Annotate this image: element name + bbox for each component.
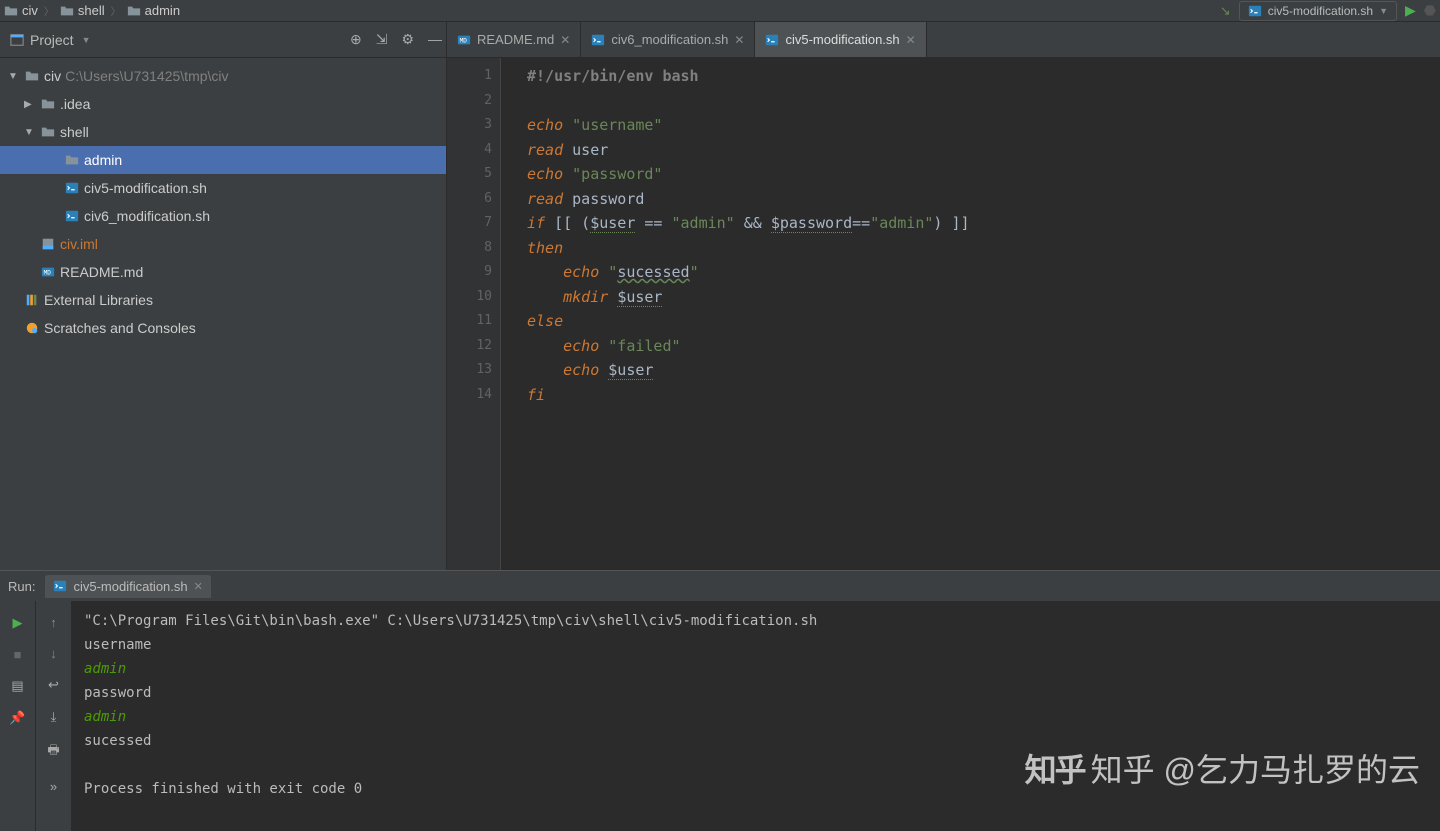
scroll-button[interactable]: ⤓: [51, 709, 57, 725]
breadcrumb: civ 〉 shell 〉 admin: [4, 3, 180, 18]
breadcrumb-item[interactable]: civ: [4, 3, 38, 18]
run-config-selector[interactable]: civ5-modification.sh ▼: [1239, 1, 1397, 21]
chevron-right-icon: 〉: [44, 3, 54, 18]
chevron-down-icon: ▼: [1379, 6, 1388, 16]
editor-tabs: README.md✕civ6_modification.sh✕civ5-modi…: [447, 22, 1440, 58]
run-console: Run: civ5-modification.sh ✕ ▶ ■ ▤ 📌 ↑ ↓ …: [0, 570, 1440, 831]
debug-button[interactable]: ⬣: [1424, 2, 1436, 19]
stop-button[interactable]: ■: [14, 647, 22, 662]
tree-item-civ6-modification-sh[interactable]: civ6_modification.sh: [0, 202, 446, 230]
layout-button[interactable]: ▤: [11, 678, 23, 694]
fold-column: [501, 58, 517, 570]
up-button[interactable]: ↑: [50, 615, 57, 630]
console-output[interactable]: "C:\Program Files\Git\bin\bash.exe" C:\U…: [72, 601, 1440, 831]
project-tree: ▼ civ C:\Users\U731425\tmp\civ▶ .idea▼ s…: [0, 58, 446, 346]
close-icon[interactable]: ✕: [734, 33, 744, 47]
console-header-label: Run:: [8, 579, 35, 594]
print-button[interactable]: 🖶: [47, 741, 59, 763]
tree-item-admin[interactable]: admin: [0, 146, 446, 174]
tab-README.md[interactable]: README.md✕: [447, 22, 581, 57]
tree-item-civ5-modification-sh[interactable]: civ5-modification.sh: [0, 174, 446, 202]
pin-button[interactable]: 📌: [9, 710, 25, 726]
hide-icon[interactable]: —: [428, 31, 442, 48]
tree-item-civ-iml[interactable]: civ.iml: [0, 230, 446, 258]
tree-item-shell[interactable]: ▼ shell: [0, 118, 446, 146]
tab-civ5-modification.sh[interactable]: civ5-modification.sh✕: [755, 22, 926, 57]
breadcrumb-item[interactable]: shell: [60, 3, 105, 18]
top-bar: civ 〉 shell 〉 admin ↘ civ5-modification.sh ▼…: [0, 0, 1440, 22]
tree-item-readme-md[interactable]: README.md: [0, 258, 446, 286]
chevron-down-icon: ▼: [82, 35, 91, 45]
close-icon[interactable]: ✕: [194, 580, 203, 593]
wrap-button[interactable]: ↩: [48, 677, 59, 693]
down-button[interactable]: ↓: [50, 646, 57, 661]
code-content[interactable]: #!/usr/bin/env bash echo "username"read …: [517, 58, 1440, 570]
tree-item--idea[interactable]: ▶ .idea: [0, 90, 446, 118]
close-icon[interactable]: ✕: [906, 33, 916, 47]
breadcrumb-item[interactable]: admin: [127, 3, 180, 18]
chevron-right-icon: 〉: [111, 3, 121, 18]
tree-item-external-libraries[interactable]: External Libraries: [0, 286, 446, 314]
gear-icon[interactable]: ⚙: [401, 31, 414, 48]
console-tab[interactable]: civ5-modification.sh ✕: [45, 575, 210, 598]
locate-icon[interactable]: ⊕: [350, 31, 362, 48]
tree-item-civ[interactable]: ▼ civ C:\Users\U731425\tmp\civ: [0, 62, 446, 90]
more-button[interactable]: »: [50, 779, 57, 794]
run-button[interactable]: ▶: [1405, 2, 1416, 19]
close-icon[interactable]: ✕: [560, 33, 570, 47]
tree-item-scratches-and-consoles[interactable]: Scratches and Consoles: [0, 314, 446, 342]
line-gutter: 1234567891011121314: [447, 58, 501, 570]
build-hammer-icon[interactable]: ↘: [1220, 3, 1231, 19]
project-sidebar: Project ▼ ⊕ ⇲ ⚙ — ▼ civ C:\Users\U731425…: [0, 22, 447, 570]
expand-icon[interactable]: ⇲: [376, 31, 388, 48]
editor-area: README.md✕civ6_modification.sh✕civ5-modi…: [447, 22, 1440, 570]
rerun-button[interactable]: ▶: [13, 615, 23, 631]
tab-civ6_modification.sh[interactable]: civ6_modification.sh✕: [581, 22, 755, 57]
run-config-label: civ5-modification.sh: [1268, 4, 1373, 18]
sidebar-title[interactable]: Project ▼: [10, 32, 91, 48]
